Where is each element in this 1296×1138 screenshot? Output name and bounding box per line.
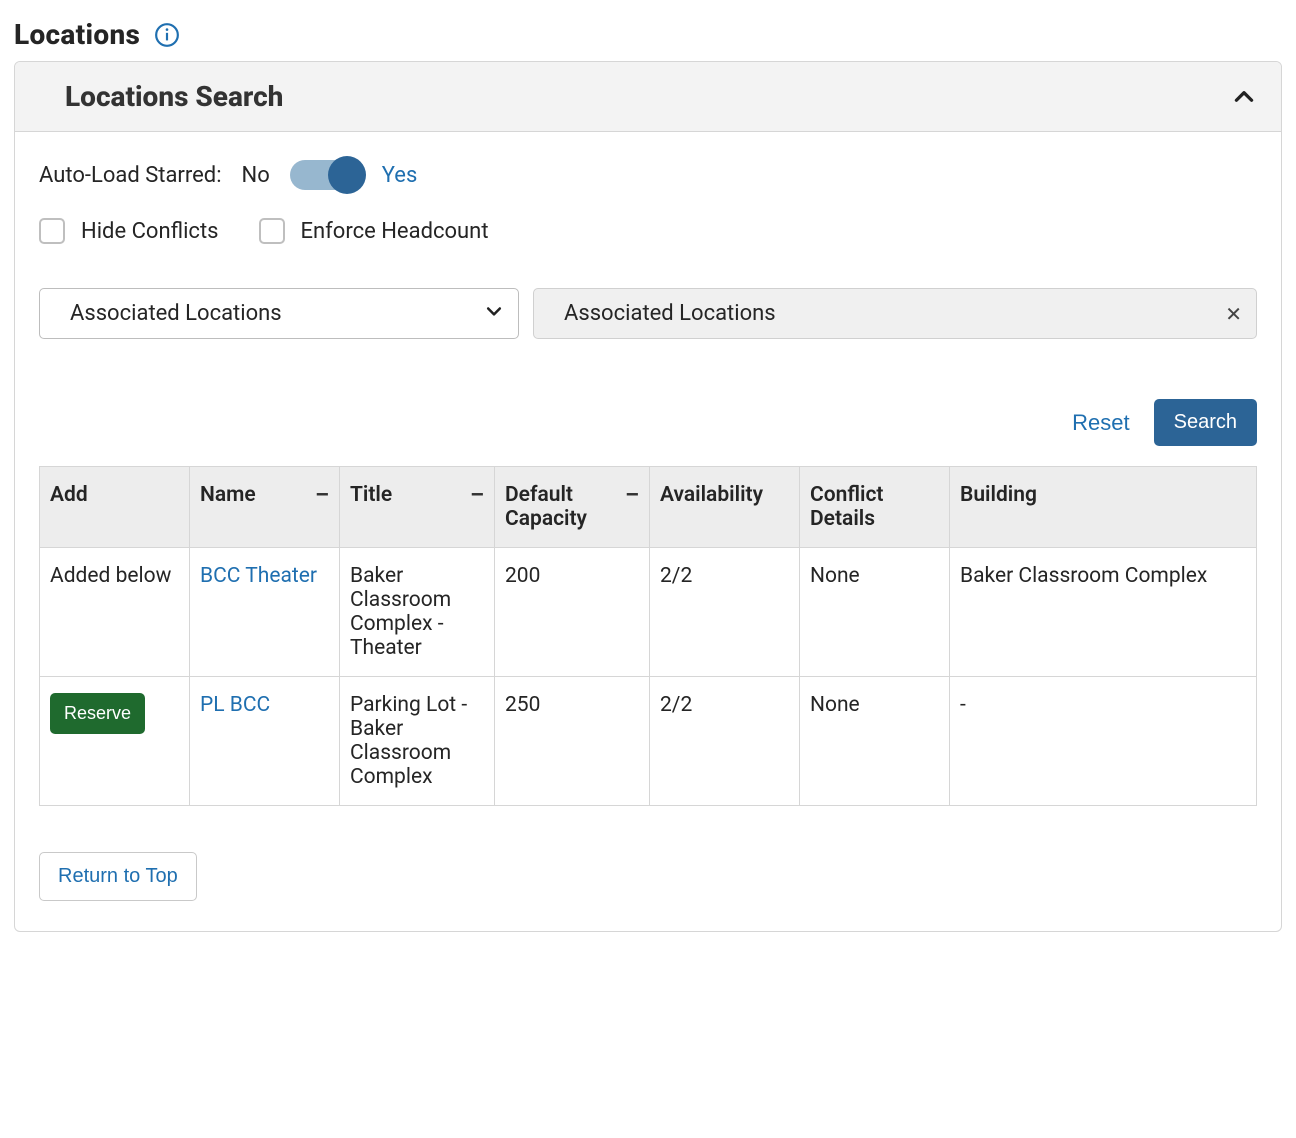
- panel-header-title: Locations Search: [65, 80, 283, 113]
- toggle-knob: [328, 156, 366, 194]
- cell-availability: 2/2: [650, 548, 800, 677]
- cell-conflict: None: [800, 677, 950, 806]
- location-name-link[interactable]: PL BCC: [200, 693, 270, 717]
- auto-load-label: Auto-Load Starred:: [39, 163, 222, 188]
- cell-title: Parking Lot - Baker Classroom Complex: [340, 677, 495, 806]
- locations-search-panel: Locations Search Auto-Load Starred: No Y…: [14, 61, 1282, 932]
- col-name[interactable]: Name–: [190, 467, 340, 548]
- sort-icon[interactable]: –: [315, 483, 329, 508]
- cell-capacity: 250: [495, 677, 650, 806]
- enforce-headcount-label: Enforce Headcount: [301, 219, 489, 244]
- reset-button[interactable]: Reset: [1066, 406, 1135, 440]
- cell-building: -: [950, 677, 1257, 806]
- col-conflict: Conflict Details: [800, 467, 950, 548]
- sort-icon[interactable]: –: [625, 483, 639, 508]
- page-title: Locations: [14, 18, 140, 51]
- panel-header[interactable]: Locations Search: [15, 62, 1281, 132]
- hide-conflicts-label: Hide Conflicts: [81, 219, 219, 244]
- table-row: Reserve PL BCC Parking Lot - Baker Classro…: [40, 677, 1257, 806]
- tag-label: Associated Locations: [564, 301, 776, 326]
- reserve-button[interactable]: Reserve: [50, 693, 145, 734]
- sort-icon[interactable]: –: [470, 483, 484, 508]
- chevron-up-icon[interactable]: [1231, 84, 1257, 110]
- col-add: Add: [40, 467, 190, 548]
- col-capacity[interactable]: Default Capacity–: [495, 467, 650, 548]
- cell-conflict: None: [800, 548, 950, 677]
- cell-building: Baker Classroom Complex: [950, 548, 1257, 677]
- toggle-yes-label: Yes: [382, 163, 418, 188]
- hide-conflicts-checkbox[interactable]: Hide Conflicts: [39, 218, 219, 244]
- chevron-down-icon: [484, 301, 504, 327]
- select-value: Associated Locations: [70, 301, 282, 326]
- auto-load-toggle[interactable]: [290, 160, 362, 190]
- cell-title: Baker Classroom Complex - Theater: [340, 548, 495, 677]
- checkbox-box[interactable]: [259, 218, 285, 244]
- info-icon[interactable]: [154, 22, 180, 48]
- checkbox-box[interactable]: [39, 218, 65, 244]
- return-to-top-button[interactable]: Return to Top: [39, 852, 197, 901]
- toggle-no-label: No: [242, 163, 270, 188]
- locations-table: Add Name– Title– Default Capacity– Avail…: [39, 466, 1257, 806]
- table-row: Added below BCC Theater Baker Classroom Co…: [40, 548, 1257, 677]
- close-icon[interactable]: ✕: [1225, 302, 1242, 326]
- enforce-headcount-checkbox[interactable]: Enforce Headcount: [259, 218, 489, 244]
- cell-availability: 2/2: [650, 677, 800, 806]
- location-name-link[interactable]: BCC Theater: [200, 564, 317, 588]
- col-title[interactable]: Title–: [340, 467, 495, 548]
- add-status: Added below: [40, 548, 190, 677]
- search-button[interactable]: Search: [1154, 399, 1257, 446]
- filter-tag-associated-locations: Associated Locations ✕: [533, 288, 1257, 339]
- cell-capacity: 200: [495, 548, 650, 677]
- col-availability: Availability: [650, 467, 800, 548]
- col-building: Building: [950, 467, 1257, 548]
- location-type-select[interactable]: Associated Locations: [39, 288, 519, 339]
